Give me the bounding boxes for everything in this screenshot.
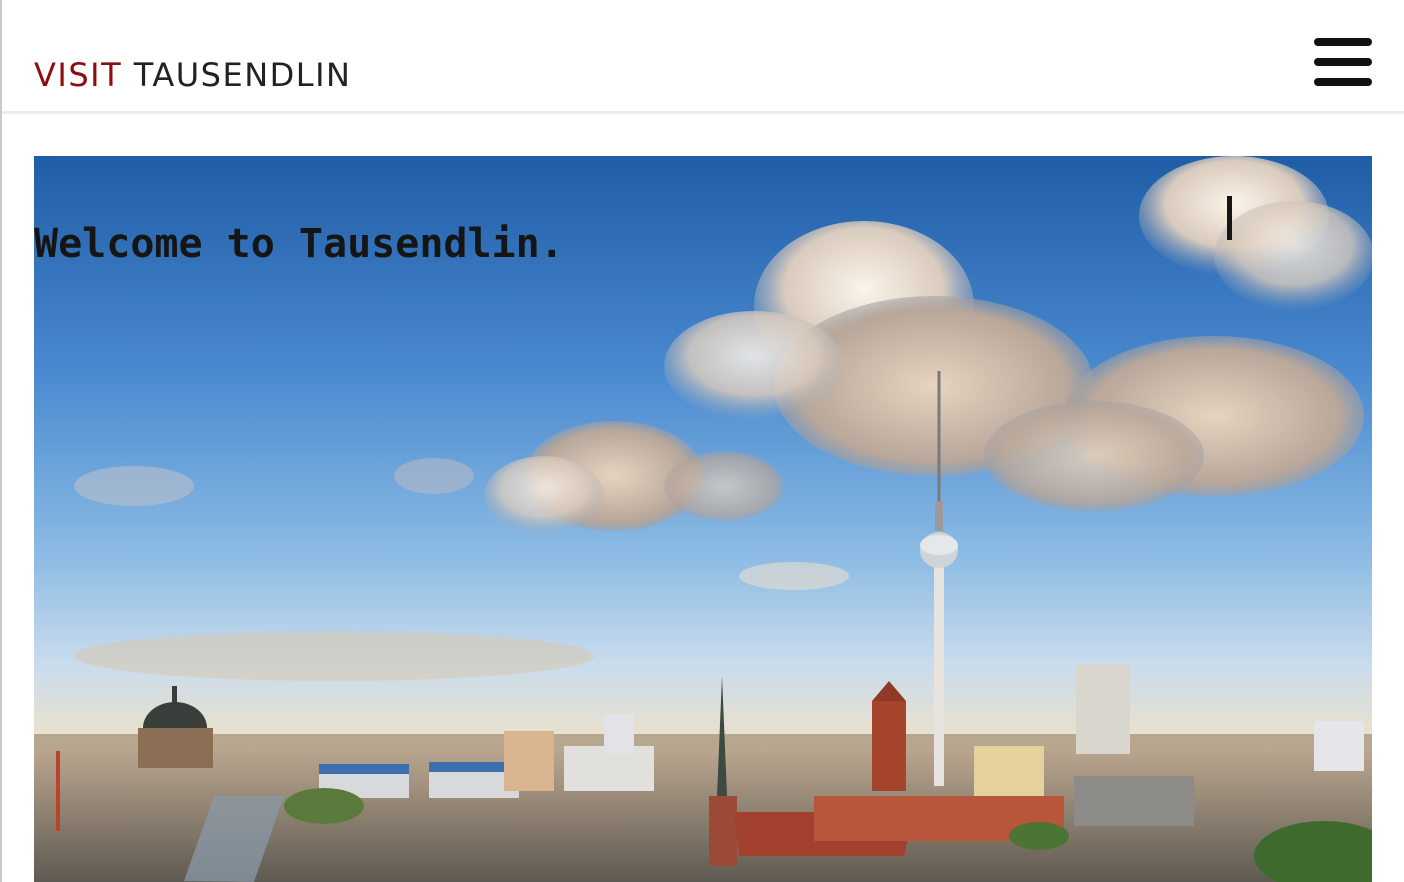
menu-bar-bottom	[1314, 78, 1372, 86]
navbar: VISIT TAUSENDLIN	[2, 0, 1404, 114]
hero-banner: Welcome to Tausendlin.	[34, 156, 1372, 882]
brand-logo[interactable]: VISIT TAUSENDLIN	[34, 56, 351, 94]
brand-main-text: TAUSENDLIN	[133, 56, 352, 94]
text-cursor	[1227, 196, 1232, 240]
hamburger-menu-icon[interactable]	[1314, 38, 1372, 88]
hero-title: Welcome to Tausendlin.	[34, 220, 564, 267]
brand-accent-text: VISIT	[34, 56, 123, 94]
window-frame-edge	[0, 0, 2, 882]
menu-bar-top	[1314, 38, 1372, 46]
menu-bar-middle	[1314, 58, 1372, 66]
